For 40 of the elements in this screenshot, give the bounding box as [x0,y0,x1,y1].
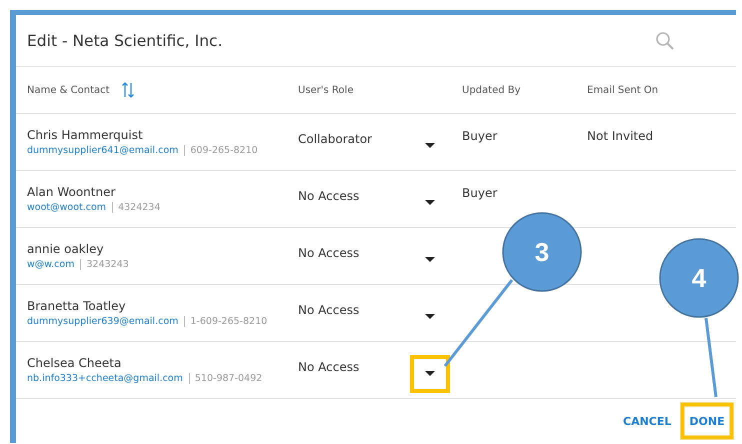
phone-number: 4324234 [112,202,160,213]
role-value: No Access [298,246,360,260]
column-header: User's Role [298,84,354,96]
dropdown-caret-icon[interactable] [425,143,435,149]
phone-number: 3243243 [80,259,129,270]
phone-number: 609-265-8210 [184,145,258,156]
role-value: No Access [298,303,360,317]
done-button[interactable]: DONE [685,408,729,434]
column-header: Updated By [462,84,521,96]
table-cell: Not Invited [587,129,654,143]
role-value: Collaborator [298,132,373,146]
role-value: No Access [298,360,360,374]
column-header: Email Sent On [587,84,658,96]
user-name: Branetta Toatley [27,299,127,313]
user-name: Chelsea Cheeta [27,356,122,370]
sort-icon[interactable] [122,81,134,99]
email-link[interactable]: w@w.com [27,259,74,270]
phone-number: 510-987-0492 [188,373,262,384]
user-name: Alan Woontner [27,185,116,199]
highlight-box [680,402,734,440]
cancel-button[interactable]: CANCEL [619,408,676,434]
email-link[interactable]: woot@woot.com [27,202,106,213]
dropdown-caret-icon[interactable] [425,200,435,206]
callout-badge: 4 [659,238,739,318]
dropdown-caret-icon[interactable] [425,371,435,377]
user-name: annie oakley [27,242,105,256]
email-link[interactable]: dummysupplier641@email.com [27,145,178,156]
table-cell: Buyer [462,129,498,143]
table-cell: Buyer [462,186,498,200]
email-link[interactable]: nb.info333+ccheeta@gmail.com [27,373,183,384]
dropdown-caret-icon[interactable] [425,257,435,263]
highlight-box [410,355,450,393]
dialog-title: Edit - Neta Scientific, Inc. [27,32,224,50]
user-name: Chris Hammerquist [27,128,144,142]
callout-badge: 3 [502,212,582,292]
dropdown-caret-icon[interactable] [425,314,435,320]
email-link[interactable]: dummysupplier639@email.com [27,316,178,327]
phone-number: 1-609-265-8210 [184,316,268,327]
column-header: Name & Contact [27,84,110,96]
role-value: No Access [298,189,360,203]
